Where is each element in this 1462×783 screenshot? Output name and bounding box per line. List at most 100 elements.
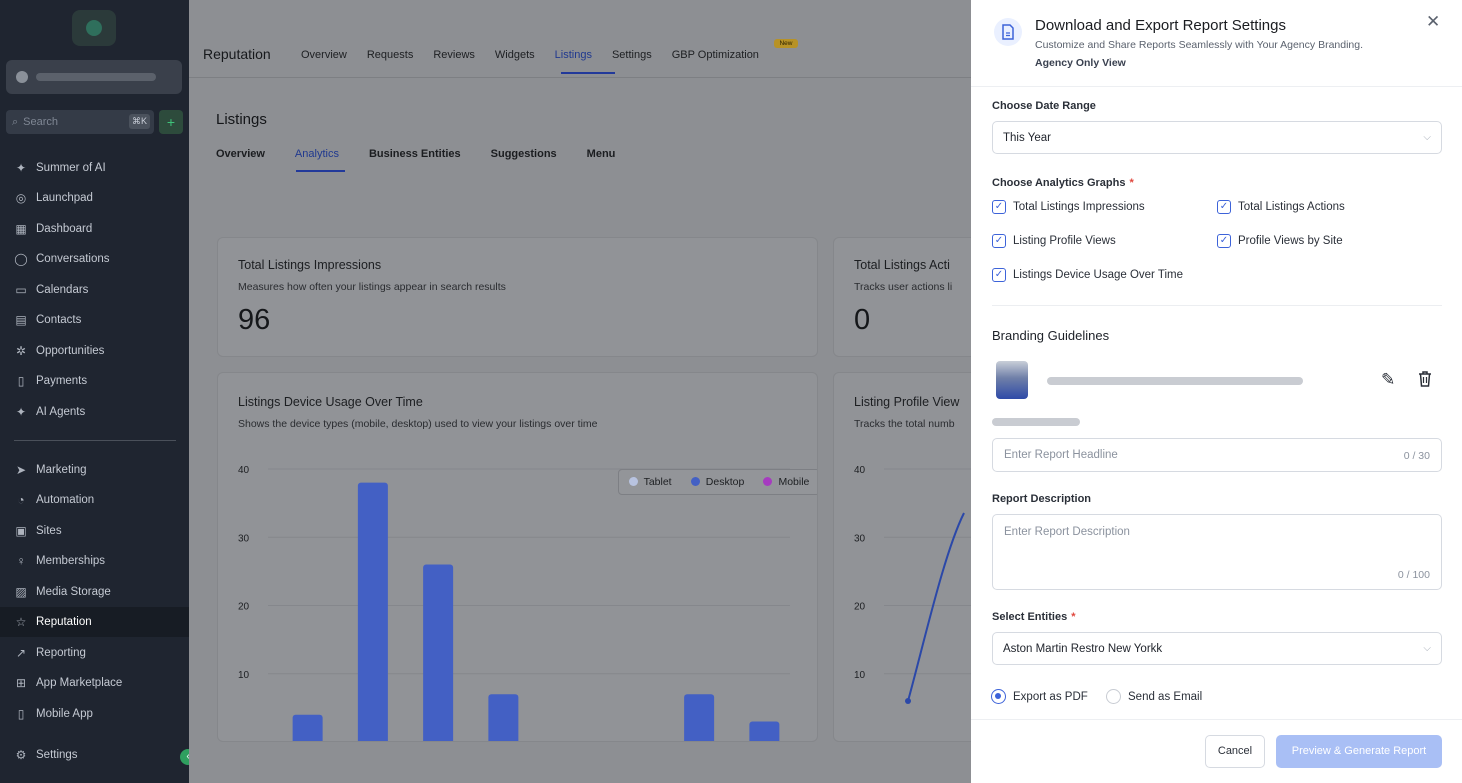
legend-desktop[interactable]: Desktop: [690, 476, 744, 488]
actions-value: 0: [854, 304, 871, 336]
report-headline-input[interactable]: Enter Report Headline 0 / 30: [992, 438, 1442, 472]
sidebar-item-conversations[interactable]: ◯ Conversations: [0, 244, 189, 274]
date-range-select[interactable]: This Year ⌵: [992, 121, 1442, 154]
sparkle-icon: ✦: [15, 405, 27, 419]
search-icon: ⌕: [12, 115, 19, 128]
sites-icon: ▣: [15, 524, 27, 538]
entities-select[interactable]: Aston Martin Restro New Yorkk ⌵: [992, 632, 1442, 665]
panel-subtitle: Customize and Share Reports Seamlessly w…: [1035, 39, 1364, 51]
sidebar-item-sites[interactable]: ▣ Sites: [0, 516, 189, 546]
trash-icon[interactable]: [1417, 370, 1433, 393]
grid-icon: ⊞: [15, 676, 27, 690]
send-email-radio[interactable]: Send as Email: [1106, 689, 1202, 704]
sidebar-item-launchpad[interactable]: ◎ Launchpad: [0, 183, 189, 213]
panel-title: Download and Export Report Settings: [1035, 17, 1286, 34]
document-icon: [994, 18, 1022, 46]
graph-checkbox-views-by-site[interactable]: ✓ Profile Views by Site: [1217, 234, 1343, 248]
agency-logo[interactable]: [72, 10, 116, 46]
quick-add-button[interactable]: +: [159, 110, 183, 134]
tab-overview[interactable]: Overview: [301, 49, 347, 61]
sidebar-item-calendars[interactable]: ▭ Calendars: [0, 275, 189, 305]
tab-reviews[interactable]: Reviews: [433, 49, 475, 61]
opportunities-icon: ✲: [15, 344, 27, 358]
y-tick-label: 20: [854, 602, 866, 613]
dashboard-icon: ▦: [15, 222, 27, 236]
sidebar-item-mobile-app[interactable]: ▯ Mobile App: [0, 699, 189, 729]
desktop-bar: [292, 714, 323, 741]
tab-widgets[interactable]: Widgets: [495, 49, 535, 61]
graph-checkbox-profile-views[interactable]: ✓ Listing Profile Views: [992, 234, 1116, 248]
subtab-overview[interactable]: Overview: [216, 148, 265, 160]
sidebar-item-marketing[interactable]: ➤ Marketing: [0, 455, 189, 485]
sidebar: ⌕ Search ⌘K + ✦ Summer of AI ◎ Launchpad ▦…: [0, 0, 196, 783]
desktop-bar: [749, 721, 780, 741]
tab-listings[interactable]: Listings: [555, 49, 592, 61]
subtab-business-entities[interactable]: Business Entities: [369, 148, 461, 160]
y-tick-label: 40: [238, 465, 250, 476]
headline-placeholder: Enter Report Headline: [1004, 449, 1118, 461]
entities-value: Aston Martin Restro New Yorkk: [1003, 642, 1163, 655]
headline-label-blurred: [992, 418, 1080, 426]
impressions-value: 96: [238, 304, 271, 336]
section-divider: [992, 305, 1442, 306]
sidebar-item-media-storage[interactable]: ▨ Media Storage: [0, 577, 189, 607]
y-tick-label: 40: [854, 465, 866, 476]
subtab-suggestions[interactable]: Suggestions: [491, 148, 557, 160]
subtab-menu[interactable]: Menu: [587, 148, 616, 160]
legend-tablet[interactable]: Tablet: [628, 476, 672, 488]
sidebar-item-settings[interactable]: ⚙ Settings: [0, 740, 189, 770]
edit-pencil-icon[interactable]: ✎: [1381, 370, 1395, 390]
profile-views-line: [907, 512, 965, 702]
sidebar-item-reporting[interactable]: ↗ Reporting: [0, 638, 189, 668]
radio-selected-icon: [991, 689, 1006, 704]
sidebar-search[interactable]: ⌕ Search ⌘K: [6, 110, 154, 134]
description-placeholder: Enter Report Description: [1004, 526, 1130, 538]
sidebar-item-ai-agents[interactable]: ✦ AI Agents: [0, 397, 189, 427]
desktop-bar: [423, 564, 454, 741]
y-tick-label: 10: [854, 670, 866, 681]
send-icon: ➤: [15, 463, 27, 477]
legend-mobile[interactable]: Mobile: [763, 476, 809, 488]
export-report-panel: Download and Export Report Settings Cust…: [971, 0, 1462, 783]
chevron-down-icon: ⌵: [1423, 132, 1431, 143]
sidebar-item-memberships[interactable]: ♀ Memberships: [0, 546, 189, 576]
subtab-analytics[interactable]: Analytics: [295, 148, 339, 160]
graph-checkbox-total-actions[interactable]: ✓ Total Listings Actions: [1217, 200, 1345, 214]
checkbox-checked-icon: ✓: [992, 268, 1006, 282]
y-tick-label: 30: [854, 533, 866, 544]
y-tick-label: 10: [238, 670, 250, 681]
gear-icon: ⚙: [15, 748, 27, 762]
account-switcher[interactable]: [6, 60, 182, 94]
graph-checkbox-device-usage[interactable]: ✓ Listings Device Usage Over Time: [992, 268, 1183, 282]
sidebar-item-reputation[interactable]: ☆ Reputation: [0, 607, 189, 637]
y-tick-label: 30: [238, 533, 250, 544]
calendar-icon: ▭: [15, 283, 27, 297]
desktop-bar: [357, 482, 388, 741]
legend-swatch: [763, 477, 773, 486]
sidebar-item-payments[interactable]: ▯ Payments: [0, 366, 189, 396]
export-pdf-radio[interactable]: Export as PDF: [991, 689, 1088, 704]
trend-icon: ↗: [15, 646, 27, 660]
card-description: Measures how often your listings appear …: [238, 281, 506, 293]
badge-icon: ♀: [16, 554, 26, 568]
footer-divider: [971, 719, 1462, 720]
report-description-textarea[interactable]: Enter Report Description 0 / 100: [992, 514, 1442, 590]
sidebar-item-opportunities[interactable]: ✲ Opportunities: [0, 336, 189, 366]
sidebar-item-contacts[interactable]: ▤ Contacts: [0, 305, 189, 335]
search-placeholder: Search: [23, 116, 59, 128]
sidebar-item-summer-of-ai[interactable]: ✦ Summer of AI: [0, 153, 189, 183]
desktop-bar: [684, 694, 715, 741]
tab-gbp-optimization[interactable]: GBP Optimization: [672, 49, 759, 61]
page-title: Listings: [216, 111, 267, 128]
agency-only-label: Agency Only View: [1035, 57, 1126, 69]
sidebar-item-dashboard[interactable]: ▦ Dashboard: [0, 214, 189, 244]
graph-checkbox-total-impressions[interactable]: ✓ Total Listings Impressions: [992, 200, 1145, 214]
sidebar-item-app-marketplace[interactable]: ⊞ App Marketplace: [0, 668, 189, 698]
tab-settings[interactable]: Settings: [612, 49, 652, 61]
sidebar-item-automation[interactable]: ◔ Automation: [0, 485, 189, 515]
tab-requests[interactable]: Requests: [367, 49, 413, 61]
account-avatar: [16, 71, 28, 83]
cancel-button[interactable]: Cancel: [1205, 735, 1265, 768]
close-icon[interactable]: ✕: [1426, 12, 1440, 32]
preview-generate-button[interactable]: Preview & Generate Report: [1276, 735, 1442, 768]
